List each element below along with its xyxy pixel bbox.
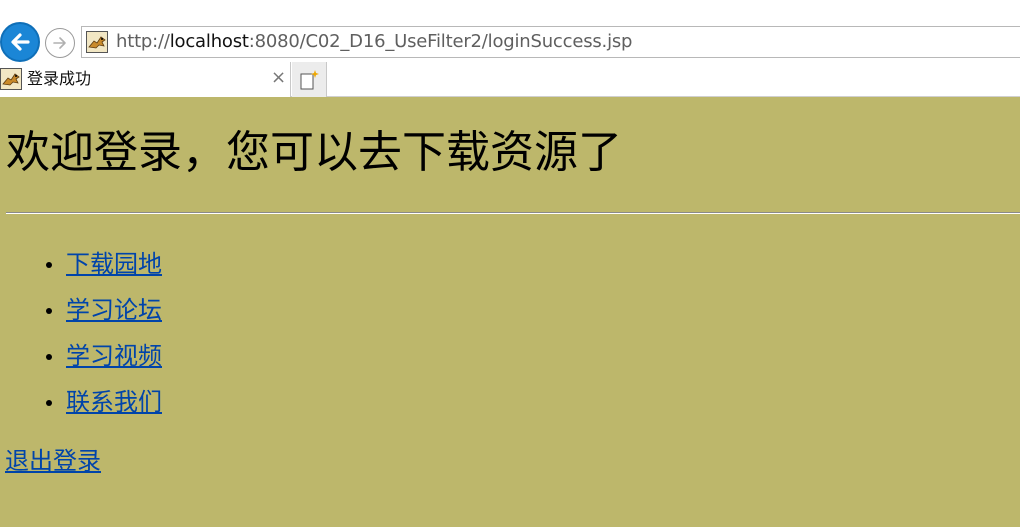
url-scheme: http:// bbox=[116, 31, 170, 52]
tomcat-favicon-icon bbox=[86, 31, 108, 53]
list-item: 下载园地 bbox=[0, 244, 162, 290]
forward-arrow-icon bbox=[53, 37, 66, 49]
divider bbox=[6, 212, 1020, 214]
tab-bar: 登录成功 × bbox=[0, 62, 1020, 97]
url-path: :8080/C02_D16_UseFilter2/loginSuccess.js… bbox=[248, 31, 633, 52]
page-content: 欢迎登录，您可以去下载资源了 下载园地 学习论坛 学习视频 联系我们 退出登录 bbox=[0, 97, 1020, 527]
page-heading: 欢迎登录，您可以去下载资源了 bbox=[6, 127, 622, 178]
tomcat-favicon-icon bbox=[0, 68, 22, 90]
tab-close-icon[interactable]: × bbox=[271, 68, 286, 88]
logout-link[interactable]: 退出登录 bbox=[5, 441, 101, 481]
address-bar-row: http://localhost:8080/C02_D16_UseFilter2… bbox=[0, 0, 1020, 62]
tab-title: 登录成功 bbox=[27, 69, 92, 88]
link-study-forum[interactable]: 学习论坛 bbox=[66, 296, 162, 324]
link-download-area[interactable]: 下载园地 bbox=[66, 250, 162, 278]
link-study-videos[interactable]: 学习视频 bbox=[66, 342, 162, 370]
link-contact-us[interactable]: 联系我们 bbox=[66, 388, 162, 416]
list-item: 学习视频 bbox=[0, 336, 162, 382]
url-text: http://localhost:8080/C02_D16_UseFilter2… bbox=[116, 32, 632, 52]
url-input[interactable]: http://localhost:8080/C02_D16_UseFilter2… bbox=[81, 26, 1020, 58]
back-button[interactable] bbox=[0, 22, 40, 62]
list-item: 学习论坛 bbox=[0, 290, 162, 336]
tab-login-success[interactable]: 登录成功 × bbox=[0, 62, 291, 97]
forward-button[interactable] bbox=[45, 28, 75, 58]
resource-link-list: 下载园地 学习论坛 学习视频 联系我们 bbox=[0, 244, 162, 428]
new-tab-icon bbox=[300, 69, 319, 89]
url-host: localhost bbox=[169, 31, 249, 52]
list-item: 联系我们 bbox=[0, 382, 162, 428]
back-arrow-icon bbox=[11, 33, 30, 51]
new-tab-button[interactable] bbox=[292, 62, 327, 97]
